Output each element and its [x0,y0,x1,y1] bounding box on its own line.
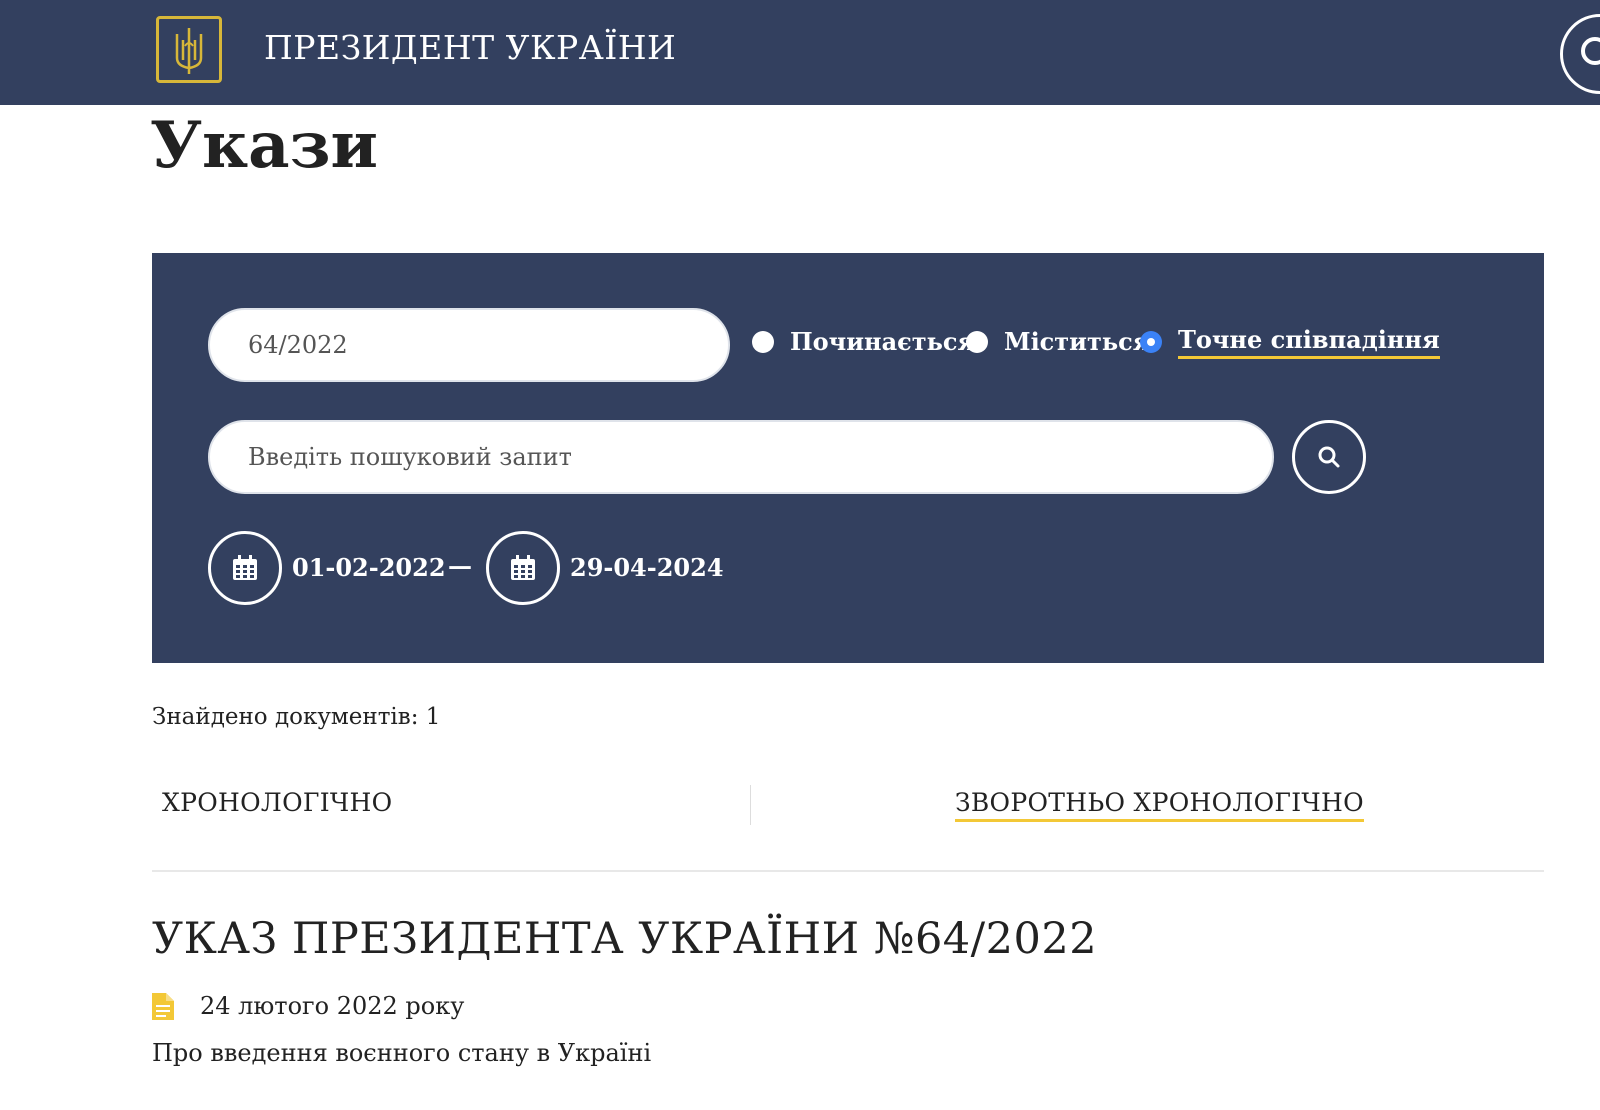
date-to-value[interactable]: 29-04-2024 [570,553,724,582]
document-icon [152,993,174,1020]
radio-label: Точне співпадіння [1178,325,1440,359]
date-range-separator: — [448,551,472,580]
result-title-link[interactable]: УКАЗ ПРЕЗИДЕНТА УКРАЇНИ №64/2022 [152,914,1097,964]
sort-divider [750,785,751,825]
trident-logo-graphic [175,27,203,74]
radio-dot-checked[interactable] [1140,331,1162,353]
search-button[interactable] [1292,420,1366,494]
trident-icon[interactable] [156,16,222,83]
date-from-calendar-button[interactable] [208,531,282,605]
result-date: 24 лютого 2022 року [200,992,465,1020]
radio-exact-match[interactable]: Точне співпадіння [1140,317,1440,367]
sort-chronological[interactable]: ХРОНОЛОГІЧНО [162,788,392,817]
page-title: Укази [150,108,378,183]
search-query-input[interactable] [208,420,1274,494]
site-title[interactable]: ПРЕЗИДЕНТ УКРАЇНИ [264,28,676,67]
date-to-calendar-button[interactable] [486,531,560,605]
search-toggle-icon[interactable] [1560,14,1600,94]
decree-number-input[interactable] [208,308,730,382]
search-panel: Починається Міститься Точне співпадіння … [152,253,1544,663]
radio-contains[interactable]: Міститься [966,317,1150,367]
date-from-value[interactable]: 01-02-2022 [292,553,446,582]
radio-label: Починається [790,326,976,356]
radio-starts-with[interactable]: Починається [752,317,975,367]
radio-dot[interactable] [966,331,988,353]
result-description: Про введення воєнного стану в Україні [152,1039,652,1067]
search-icon [1318,446,1340,468]
radio-dot[interactable] [752,331,774,353]
calendar-icon [511,555,535,580]
radio-label: Міститься [1004,326,1151,356]
results-divider [152,870,1544,872]
top-header: ПРЕЗИДЕНТ УКРАЇНИ [0,0,1600,105]
calendar-icon [233,555,257,580]
results-count: Знайдено документів: 1 [152,704,441,730]
sort-reverse-chronological[interactable]: ЗВОРОТНЬО ХРОНОЛОГІЧНО [955,788,1364,822]
